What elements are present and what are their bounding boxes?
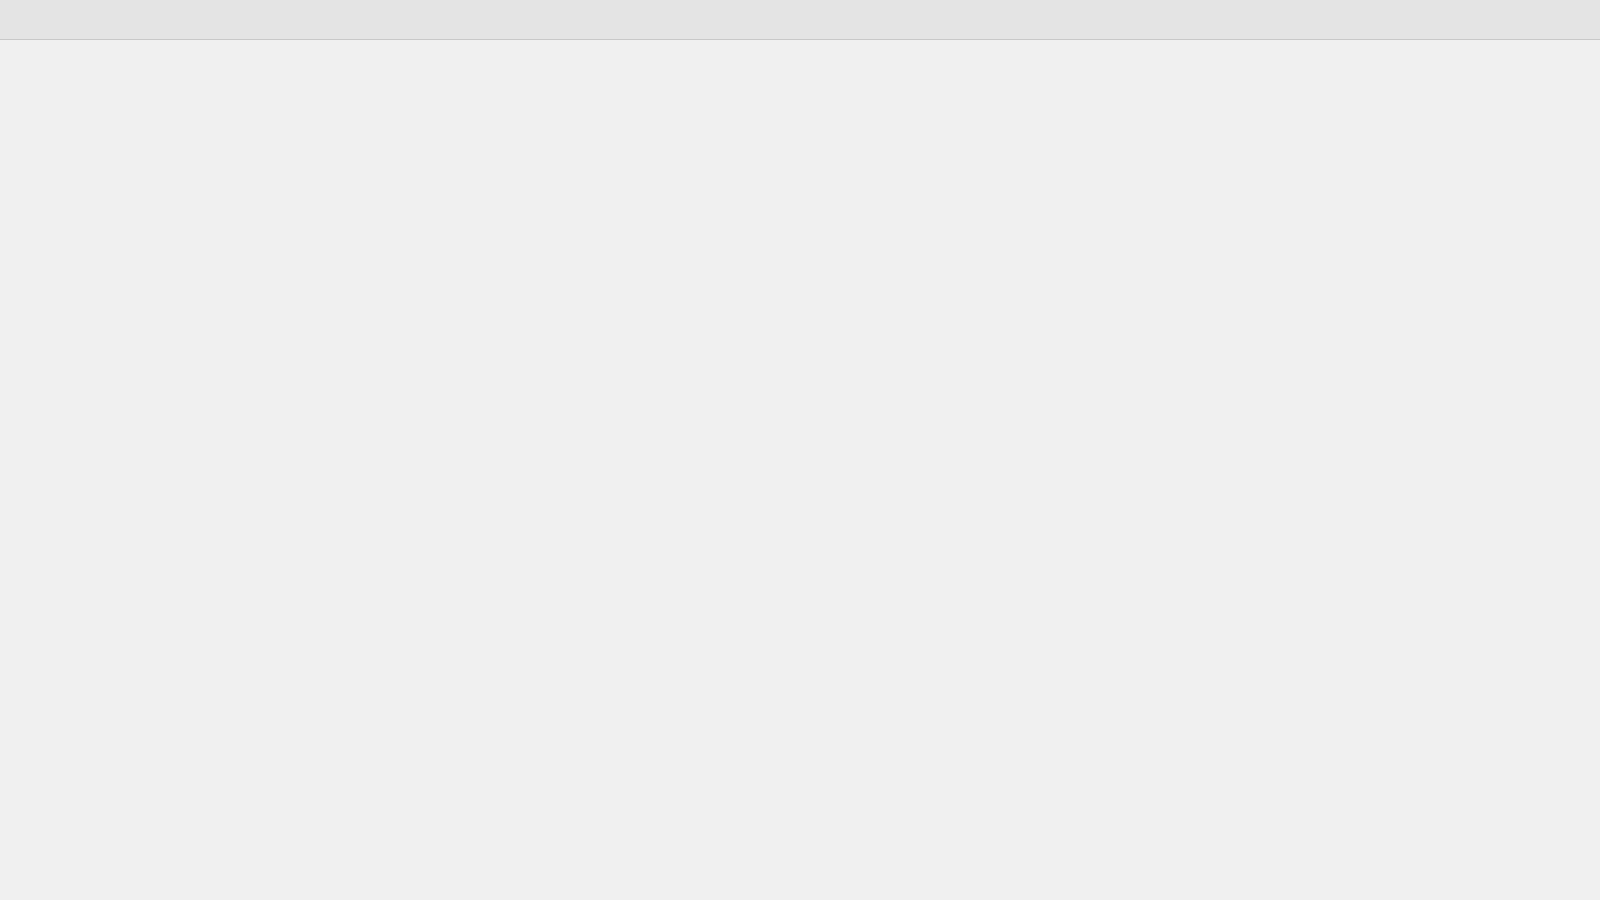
app-window bbox=[0, 0, 1600, 900]
title-bar bbox=[0, 0, 1600, 40]
content-area bbox=[0, 40, 1600, 900]
